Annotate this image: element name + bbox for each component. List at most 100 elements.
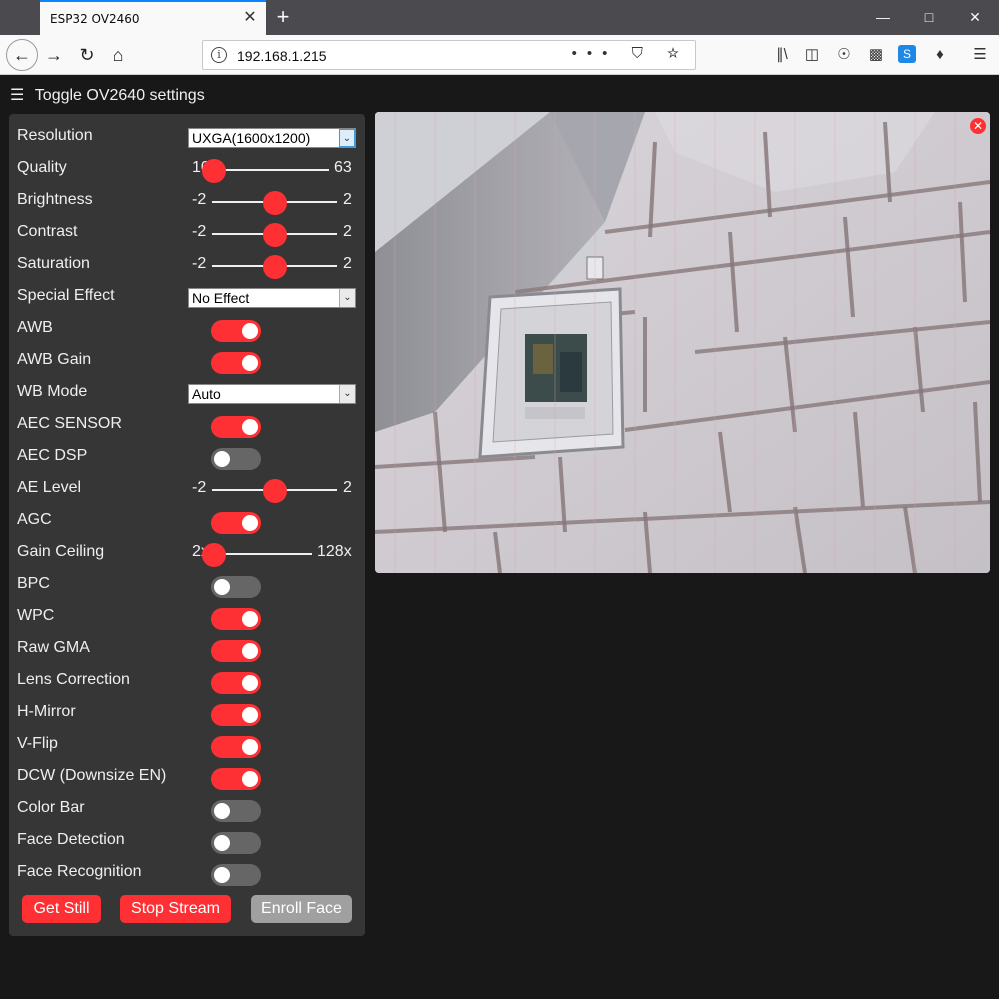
resolution-value: UXGA(1600x1200) — [192, 130, 311, 146]
close-tab-icon[interactable]: ✕ — [242, 10, 258, 26]
saturation-max: 2 — [343, 255, 352, 272]
wpc-toggle[interactable] — [211, 608, 261, 630]
toggle-label: Toggle OV2640 settings — [34, 87, 205, 104]
hamburger-menu-icon[interactable]: ☰ — [970, 45, 990, 65]
contrast-max: 2 — [343, 223, 352, 240]
library-icon[interactable]: ∥\ — [772, 45, 792, 65]
setting-quality: Quality 10 63 — [9, 153, 365, 185]
v-flip-label: V-Flip — [17, 735, 58, 752]
setting-raw-gma: Raw GMA — [9, 633, 365, 665]
browser-tab[interactable]: ESP32 OV2460 ✕ — [40, 0, 266, 35]
setting-agc: AGC — [9, 505, 365, 537]
translate-icon[interactable]: ♦ — [930, 45, 950, 65]
setting-special-effect: Special Effect No Effect ⌄ — [9, 281, 365, 313]
dcw-toggle[interactable] — [211, 768, 261, 790]
setting-ae-level: AE Level -2 2 — [9, 473, 365, 505]
setting-resolution: Resolution UXGA(1600x1200) ⌄ — [9, 121, 365, 153]
contrast-slider-thumb[interactable] — [262, 223, 287, 247]
brightness-max: 2 — [343, 191, 352, 208]
reload-icon[interactable]: ↻ — [73, 41, 101, 69]
setting-h-mirror: H-Mirror — [9, 697, 365, 729]
gain-ceiling-label: Gain Ceiling — [17, 543, 105, 560]
special-effect-label: Special Effect — [17, 287, 115, 304]
account-icon[interactable]: ☉ — [834, 45, 854, 65]
camera-frame-image — [375, 112, 990, 573]
brightness-slider-thumb[interactable] — [262, 191, 287, 215]
aec-sensor-toggle[interactable] — [211, 416, 261, 438]
toggle-knob — [214, 803, 230, 819]
brightness-label: Brightness — [17, 191, 93, 208]
home-icon[interactable]: ⌂ — [104, 41, 132, 69]
lens-correction-toggle[interactable] — [211, 672, 261, 694]
toggle-knob — [242, 419, 258, 435]
ae-level-slider-thumb[interactable] — [262, 479, 287, 503]
quality-slider-thumb[interactable] — [202, 159, 226, 183]
forward-icon[interactable]: → — [40, 41, 68, 69]
stop-stream-button[interactable]: Stop Stream — [120, 895, 231, 923]
new-tab-button[interactable]: + — [272, 6, 294, 28]
gain-ceiling-slider-thumb[interactable] — [202, 543, 226, 567]
extension-icon[interactable]: ▩ — [866, 45, 886, 65]
setting-wpc: WPC — [9, 601, 365, 633]
toggle-knob — [214, 451, 230, 467]
awb-label: AWB — [17, 319, 53, 336]
raw-gma-label: Raw GMA — [17, 639, 90, 656]
skype-extension-icon[interactable]: S — [898, 45, 916, 63]
sidebar-icon[interactable]: ◫ — [802, 45, 822, 65]
agc-label: AGC — [17, 511, 52, 528]
back-icon[interactable]: ← — [6, 39, 38, 71]
toggle-knob — [242, 643, 258, 659]
h-mirror-toggle[interactable] — [211, 704, 261, 726]
ae-level-min: -2 — [192, 479, 207, 496]
saturation-min: -2 — [192, 255, 207, 272]
wb-mode-select[interactable]: Auto ⌄ — [188, 384, 356, 404]
setting-face-detection: Face Detection — [9, 825, 365, 857]
bpc-label: BPC — [17, 575, 50, 592]
raw-gma-toggle[interactable] — [211, 640, 261, 662]
window-close-icon[interactable]: ✕ — [952, 0, 998, 35]
special-effect-select[interactable]: No Effect ⌄ — [188, 288, 356, 308]
chevron-down-icon: ⌄ — [339, 129, 355, 147]
page-actions-icon[interactable]: ••• ⛉ ☆ — [572, 45, 689, 62]
toggle-knob — [242, 675, 258, 691]
navigation-bar: ← → ↻ ⌂ i 192.168.1.215 ••• ⛉ ☆ ∥\ ◫ ☉ ▩… — [0, 35, 999, 75]
setting-color-bar: Color Bar — [9, 793, 365, 825]
chevron-down-icon: ⌄ — [339, 289, 355, 307]
brightness-min: -2 — [192, 191, 207, 208]
settings-toggle[interactable]: ☰ Toggle OV2640 settings — [10, 85, 205, 105]
saturation-slider-thumb[interactable] — [262, 255, 287, 279]
quality-track[interactable] — [214, 169, 329, 171]
setting-contrast: Contrast -2 2 — [9, 217, 365, 249]
v-flip-toggle[interactable] — [211, 736, 261, 758]
toggle-knob — [242, 611, 258, 627]
setting-awb-gain: AWB Gain — [9, 345, 365, 377]
awb-gain-toggle[interactable] — [211, 352, 261, 374]
url-text[interactable]: 192.168.1.215 — [237, 48, 327, 64]
setting-v-flip: V-Flip — [9, 729, 365, 761]
setting-brightness: Brightness -2 2 — [9, 185, 365, 217]
face-detection-toggle[interactable] — [211, 832, 261, 854]
close-stream-icon[interactable]: ✕ — [970, 118, 986, 134]
lens-correction-label: Lens Correction — [17, 671, 130, 688]
aec-sensor-label: AEC SENSOR — [17, 415, 122, 432]
url-bar[interactable]: i 192.168.1.215 ••• ⛉ ☆ — [202, 40, 696, 70]
menu-icon: ☰ — [10, 87, 25, 104]
awb-toggle[interactable] — [211, 320, 261, 342]
gain-ceiling-track[interactable] — [214, 553, 312, 555]
setting-face-recognition: Face Recognition — [9, 857, 365, 889]
bpc-toggle[interactable] — [211, 576, 261, 598]
aec-dsp-toggle[interactable] — [211, 448, 261, 470]
maximize-icon[interactable]: □ — [906, 0, 952, 35]
tab-bar: ESP32 OV2460 ✕ + — □ ✕ — [0, 0, 999, 35]
face-recognition-toggle[interactable] — [211, 864, 261, 886]
get-still-button[interactable]: Get Still — [22, 895, 101, 923]
minimize-icon[interactable]: — — [860, 0, 906, 35]
enroll-face-button[interactable]: Enroll Face — [251, 895, 352, 923]
site-info-icon[interactable]: i — [211, 47, 227, 63]
wb-mode-value: Auto — [192, 386, 221, 402]
color-bar-toggle[interactable] — [211, 800, 261, 822]
ae-level-label: AE Level — [17, 479, 82, 496]
page: ☰ Toggle OV2640 settings Resolution UXGA… — [0, 75, 999, 999]
agc-toggle[interactable] — [211, 512, 261, 534]
resolution-select[interactable]: UXGA(1600x1200) ⌄ — [188, 128, 356, 148]
